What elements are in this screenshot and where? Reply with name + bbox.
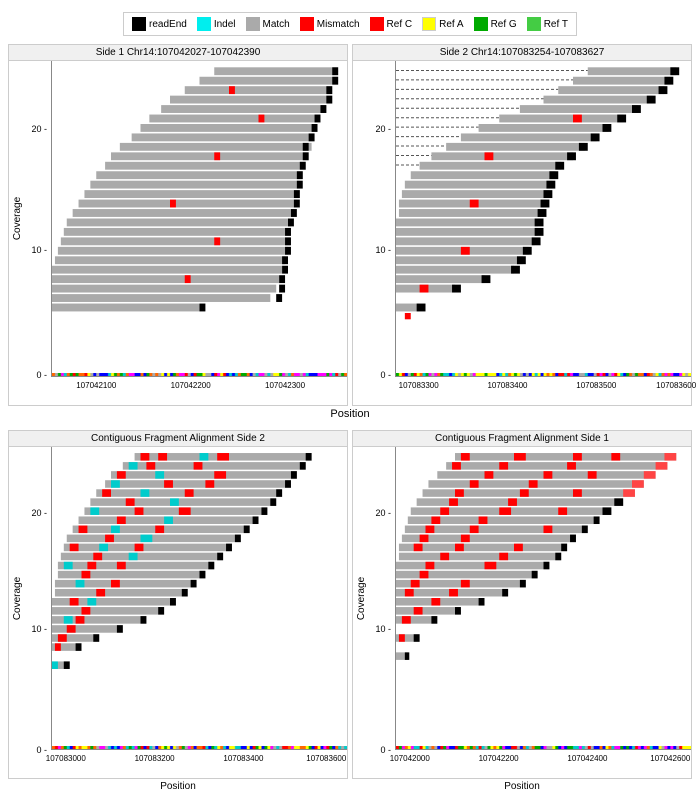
- top-right-y10: 10 -: [375, 245, 391, 255]
- top-right-y20: 20 -: [375, 124, 391, 134]
- bottom-right-xlabel: Position: [352, 781, 692, 792]
- top-left-y0: 0 -: [36, 370, 47, 380]
- legend-refc-label: Ref C: [387, 19, 413, 30]
- top-right-reads: [396, 61, 691, 376]
- readend-icon: [132, 17, 146, 31]
- bottom-left-title: Contiguous Fragment Alignment Side 2: [9, 431, 347, 447]
- top-left-xtick1: 107042100: [76, 381, 116, 390]
- top-left-y-label: Coverage: [13, 196, 24, 239]
- bottom-left-xtick2: 107083200: [135, 754, 175, 763]
- top-right-title: Side 2 Chr14:107083254-107083627: [353, 45, 691, 61]
- bottom-right-y-label: Coverage: [357, 577, 368, 620]
- bottom-right-xtick2: 107042200: [479, 754, 519, 763]
- main-container: readEnd Indel Match Mismatch Ref C Ref A…: [0, 0, 700, 800]
- bottom-left-xaxis: 107083000 107083200 107083400 107083600: [51, 750, 347, 778]
- refa-icon: [422, 17, 436, 31]
- top-right-panel: Side 2 Chr14:107083254-107083627 0 - 10 …: [352, 44, 692, 406]
- bottom-right-chrombar: [396, 743, 691, 749]
- legend-mismatch: Mismatch: [300, 17, 360, 31]
- bottom-right-chart: [395, 447, 691, 750]
- bottom-left-reads: [52, 447, 347, 749]
- top-left-y10: 10 -: [31, 245, 47, 255]
- legend-refa: Ref A: [422, 17, 463, 31]
- legend-refa-label: Ref A: [439, 19, 463, 30]
- top-right-y0: 0 -: [380, 370, 391, 380]
- top-left-panel: Side 1 Chr14:107042027-107042390 Coverag…: [8, 44, 348, 406]
- top-left-xaxis: 107042100 107042200 107042300: [51, 377, 347, 405]
- bottom-left-y20: 20 -: [31, 508, 47, 518]
- top-left-reads: [52, 61, 347, 376]
- bottom-left-xlabel: Position: [8, 781, 348, 792]
- top-right-chrombar: [396, 370, 691, 376]
- bottom-right-y20: 20 -: [375, 508, 391, 518]
- bottom-right-xtick3: 107042400: [567, 754, 607, 763]
- legend-mismatch-label: Mismatch: [317, 19, 360, 30]
- refc-icon: [370, 17, 384, 31]
- top-position-label: Position: [8, 408, 692, 420]
- top-left-xtick2: 107042200: [171, 381, 211, 390]
- legend-refg: Ref G: [474, 17, 517, 31]
- bottom-left-xtick3: 107083400: [223, 754, 263, 763]
- bottom-left-xtick4: 107083600: [306, 754, 346, 763]
- top-left-y20: 20 -: [31, 124, 47, 134]
- indel-icon: [197, 17, 211, 31]
- legend-readend: readEnd: [132, 17, 187, 31]
- bottom-charts-row: Contiguous Fragment Alignment Side 2 Cov…: [8, 430, 692, 792]
- bottom-right-panel: Contiguous Fragment Alignment Side 1 Cov…: [352, 430, 692, 792]
- top-left-chart: /* chrom bar colors generated inline */: [51, 61, 347, 377]
- refg-icon: [474, 17, 488, 31]
- bottom-right-title: Contiguous Fragment Alignment Side 1: [353, 431, 691, 447]
- top-right-chart: [395, 61, 691, 377]
- legend-reft-label: Ref T: [544, 19, 568, 30]
- bottom-left-chart: [51, 447, 347, 750]
- reft-icon: [527, 17, 541, 31]
- top-right-xtick3: 107083500: [576, 381, 616, 390]
- legend-match: Match: [246, 17, 290, 31]
- top-left-title: Side 1 Chr14:107042027-107042390: [9, 45, 347, 61]
- bottom-left-xtick1: 107083000: [46, 754, 86, 763]
- bottom-left-panel: Contiguous Fragment Alignment Side 2 Cov…: [8, 430, 348, 792]
- top-left-xtick3: 107042300: [265, 381, 305, 390]
- bottom-right-xtick1: 107042000: [390, 754, 430, 763]
- bottom-right-reads: [396, 447, 691, 749]
- bottom-left-y-label: Coverage: [13, 577, 24, 620]
- top-left-chrombar: [52, 370, 347, 376]
- bottom-right-y10: 10 -: [375, 624, 391, 634]
- bottom-left-y10: 10 -: [31, 624, 47, 634]
- match-icon: [246, 17, 260, 31]
- top-right-xtick1: 107083300: [399, 381, 439, 390]
- top-right-xaxis: 107083300 107083400 107083500 107083600: [395, 377, 691, 405]
- legend-indel: Indel: [197, 17, 236, 31]
- bottom-right-xaxis: 107042000 107042200 107042400 107042600: [395, 750, 691, 778]
- legend-match-label: Match: [263, 19, 290, 30]
- legend-reft: Ref T: [527, 17, 568, 31]
- bottom-right-xtick4: 107042600: [650, 754, 690, 763]
- legend-refc: Ref C: [370, 17, 413, 31]
- bottom-left-chrombar: [52, 743, 347, 749]
- legend-readend-label: readEnd: [149, 19, 187, 30]
- top-right-xtick2: 107083400: [487, 381, 527, 390]
- top-right-xtick4: 107083600: [656, 381, 696, 390]
- legend-refg-label: Ref G: [491, 19, 517, 30]
- top-charts-row: Side 1 Chr14:107042027-107042390 Coverag…: [8, 44, 692, 406]
- legend-indel-label: Indel: [214, 19, 236, 30]
- mismatch-icon: [300, 17, 314, 31]
- legend: readEnd Indel Match Mismatch Ref C Ref A…: [123, 12, 577, 36]
